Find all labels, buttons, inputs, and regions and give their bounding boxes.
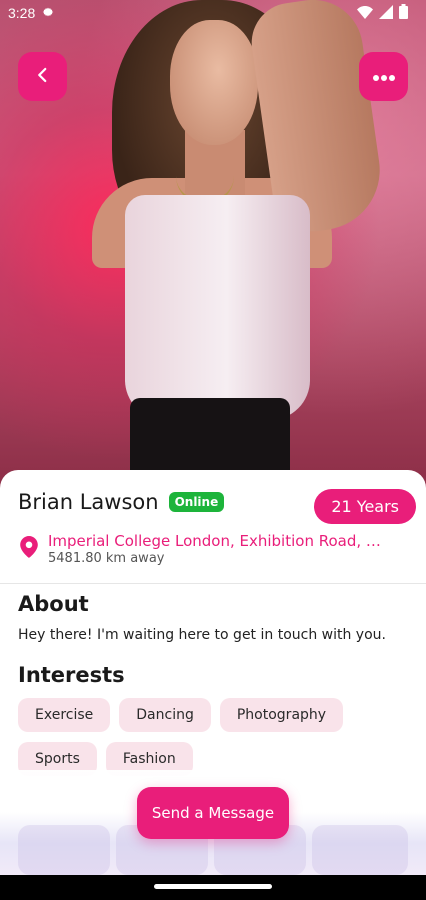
back-button[interactable]	[18, 52, 67, 101]
about-text: Hey there! I'm waiting here to get in to…	[18, 627, 386, 643]
location-row: Imperial College London, Exhibition Road…	[20, 532, 381, 566]
status-bar: 3:28	[0, 0, 426, 26]
interest-chip[interactable]: Photography	[219, 698, 344, 732]
interests-list: Exercise Dancing Photography Sports Fash…	[18, 698, 418, 776]
distance-text: 5481.80 km away	[48, 551, 165, 566]
battery-icon	[399, 3, 408, 23]
name-row: Brian Lawson Online	[18, 490, 225, 514]
location-pin-icon	[20, 536, 38, 566]
chevron-left-icon	[34, 66, 52, 88]
send-message-button[interactable]: Send a Message	[137, 787, 289, 839]
interests-heading: Interests	[18, 663, 125, 687]
more-horizontal-icon	[372, 67, 396, 86]
location-name[interactable]: Imperial College London, Exhibition Road…	[48, 532, 381, 550]
more-options-button[interactable]	[359, 52, 408, 101]
age-badge: 21 Years	[314, 489, 416, 524]
settings-icon	[41, 4, 55, 23]
home-indicator[interactable]	[154, 884, 272, 889]
divider	[0, 583, 426, 584]
wifi-icon	[357, 4, 373, 23]
online-status-badge: Online	[168, 492, 225, 512]
signal-icon	[379, 4, 393, 23]
interest-chip[interactable]: Dancing	[119, 698, 211, 732]
system-navigation-bar	[0, 875, 426, 900]
about-heading: About	[18, 592, 89, 616]
profile-name: Brian Lawson	[18, 490, 159, 514]
interest-chip[interactable]: Exercise	[18, 698, 111, 732]
status-time: 3:28	[8, 5, 36, 21]
